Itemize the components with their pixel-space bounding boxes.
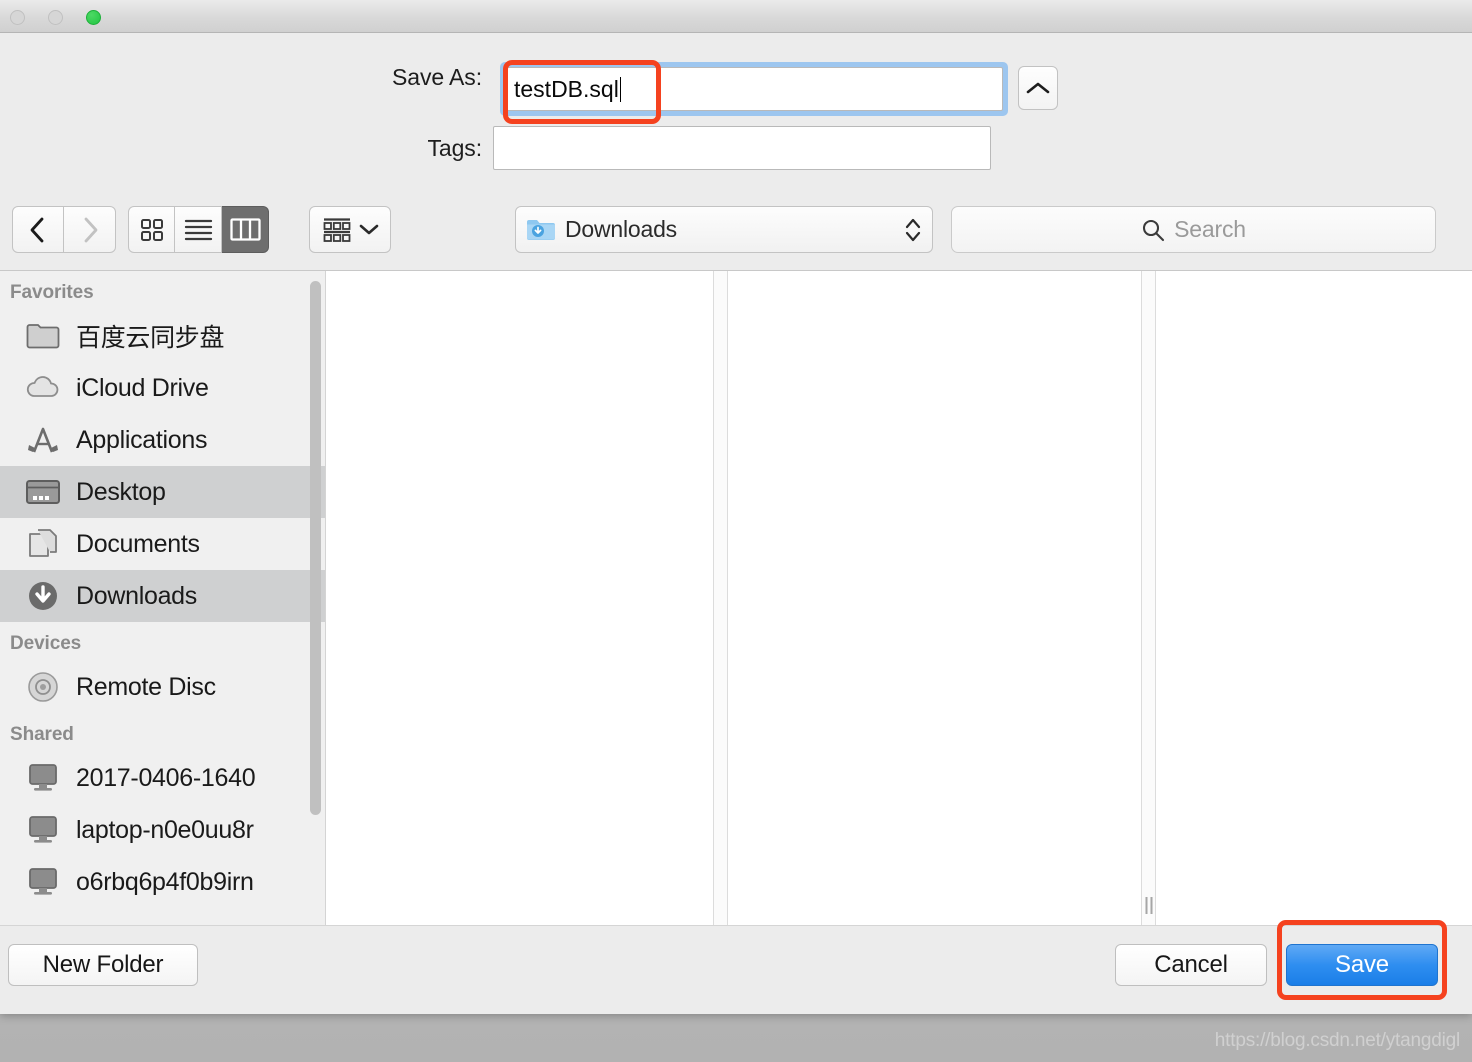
location-popup-button[interactable]: Downloads (515, 206, 933, 253)
downloads-folder-icon (527, 220, 555, 240)
column-view-icon (229, 218, 261, 241)
chevron-right-icon (84, 217, 97, 242)
sidebar-section-favorites-title: Favorites (10, 282, 94, 303)
list-view-icon (184, 219, 212, 241)
tags-label: Tags: (427, 134, 483, 161)
sidebar-item-applications[interactable]: Applications (0, 414, 325, 466)
save-as-value: testDB.sql (514, 75, 619, 102)
applications-icon (24, 424, 62, 456)
sidebar-item-label: Applications (76, 425, 208, 454)
new-folder-button[interactable]: New Folder (8, 944, 198, 986)
search-input[interactable]: Search (951, 206, 1436, 253)
sidebar-item-downloads[interactable]: Downloads (0, 570, 325, 622)
tags-input[interactable] (493, 126, 991, 170)
sidebar-item-remote-disc[interactable]: Remote Disc (0, 661, 325, 713)
navigation-buttons (12, 206, 116, 253)
search-icon (1143, 219, 1165, 241)
save-as-label: Save As: (392, 64, 482, 90)
sidebar-item-label: Documents (76, 529, 200, 558)
file-browser-toolbar: Downloads Search (0, 203, 1472, 259)
sidebar-item-shared-2[interactable]: o6rbq6p4f0b9irn (0, 856, 325, 908)
chevron-down-icon (359, 224, 378, 235)
zoom-window-button[interactable] (86, 10, 101, 25)
sidebar-item-label: 百度云同步盘 (76, 324, 225, 352)
chevron-left-icon (30, 217, 44, 242)
downloads-icon (24, 580, 62, 612)
arrange-grid-icon (323, 217, 350, 242)
sidebar-item-icloud-drive[interactable]: iCloud Drive (0, 362, 325, 414)
save-button[interactable]: Save (1286, 944, 1438, 986)
column-2[interactable] (728, 271, 1141, 926)
view-mode-list-button[interactable] (175, 206, 222, 253)
location-value: Downloads (565, 216, 677, 242)
sidebar-scrollbar[interactable] (310, 281, 321, 815)
save-as-input[interactable]: testDB.sql (505, 67, 1003, 111)
cancel-button[interactable]: Cancel (1115, 944, 1267, 986)
stepper-updown-icon (905, 218, 921, 241)
tags-row: Tags: (0, 126, 1060, 170)
collapse-dialog-button[interactable] (1018, 66, 1058, 110)
sidebar-item-label: o6rbq6p4f0b9irn (76, 867, 254, 896)
minimize-window-button[interactable] (48, 10, 63, 25)
save-dialog-window: Save As: testDB.sql Tags: Downloads Sear… (0, 0, 1472, 1014)
back-button[interactable] (12, 206, 64, 253)
sidebar-item-label: Desktop (76, 477, 166, 506)
sidebar-item-documents[interactable]: Documents (0, 518, 325, 570)
column-divider-1[interactable] (713, 271, 728, 926)
sidebar-item-label: Remote Disc (76, 672, 216, 701)
disc-icon (24, 671, 62, 703)
sidebar-section-shared-title: Shared (10, 724, 74, 745)
view-mode-icon-button[interactable] (128, 206, 175, 253)
close-window-button[interactable] (10, 10, 25, 25)
desktop-backdrop: Save As: testDB.sql Tags: Downloads Sear… (0, 0, 1472, 1062)
save-as-focus-ring: testDB.sql (500, 62, 1008, 116)
icon-view-icon (141, 219, 163, 241)
search-placeholder: Search (1174, 216, 1246, 242)
column-resize-handle-icon (1145, 897, 1152, 914)
view-mode-segmented-control (128, 206, 269, 253)
text-caret (619, 76, 622, 102)
title-bar (0, 0, 1472, 33)
column-divider-2[interactable] (1141, 271, 1156, 926)
sidebar-item-label: 2017-0406-1640 (76, 763, 256, 792)
desktop-icon (24, 476, 62, 508)
sidebar-item-label: iCloud Drive (76, 373, 209, 402)
sidebar-item-baidu-sync[interactable]: 百度云同步盘 (0, 310, 325, 362)
column-3[interactable] (1156, 271, 1472, 926)
sidebar-item-desktop[interactable]: Desktop (0, 466, 325, 518)
cloud-icon (24, 372, 62, 404)
computer-icon (24, 762, 62, 794)
forward-button[interactable] (64, 206, 116, 253)
arrange-by-button[interactable] (309, 206, 391, 253)
sidebar-item-shared-0[interactable]: 2017-0406-1640 (0, 752, 325, 804)
folder-icon (24, 320, 62, 352)
column-view (326, 271, 1472, 926)
sidebar-section-devices-title: Devices (10, 633, 82, 654)
file-browser-content: Favorites 百度云同步盘 iCloud Drive Applicatio… (0, 270, 1472, 926)
sidebar: Favorites 百度云同步盘 iCloud Drive Applicatio… (0, 271, 326, 926)
view-mode-column-button[interactable] (222, 206, 269, 253)
computer-icon (24, 866, 62, 898)
sidebar-item-label: laptop-n0e0uu8r (76, 815, 254, 844)
chevron-up-icon (1026, 82, 1050, 93)
column-1[interactable] (326, 271, 713, 926)
computer-icon (24, 814, 62, 846)
sidebar-item-label: Downloads (76, 581, 197, 610)
documents-icon (24, 528, 62, 560)
sidebar-item-shared-1[interactable]: laptop-n0e0uu8r (0, 804, 325, 856)
watermark: https://blog.csdn.net/ytangdigl (1214, 1030, 1460, 1051)
dialog-footer: New Folder Cancel Save (0, 925, 1472, 1014)
